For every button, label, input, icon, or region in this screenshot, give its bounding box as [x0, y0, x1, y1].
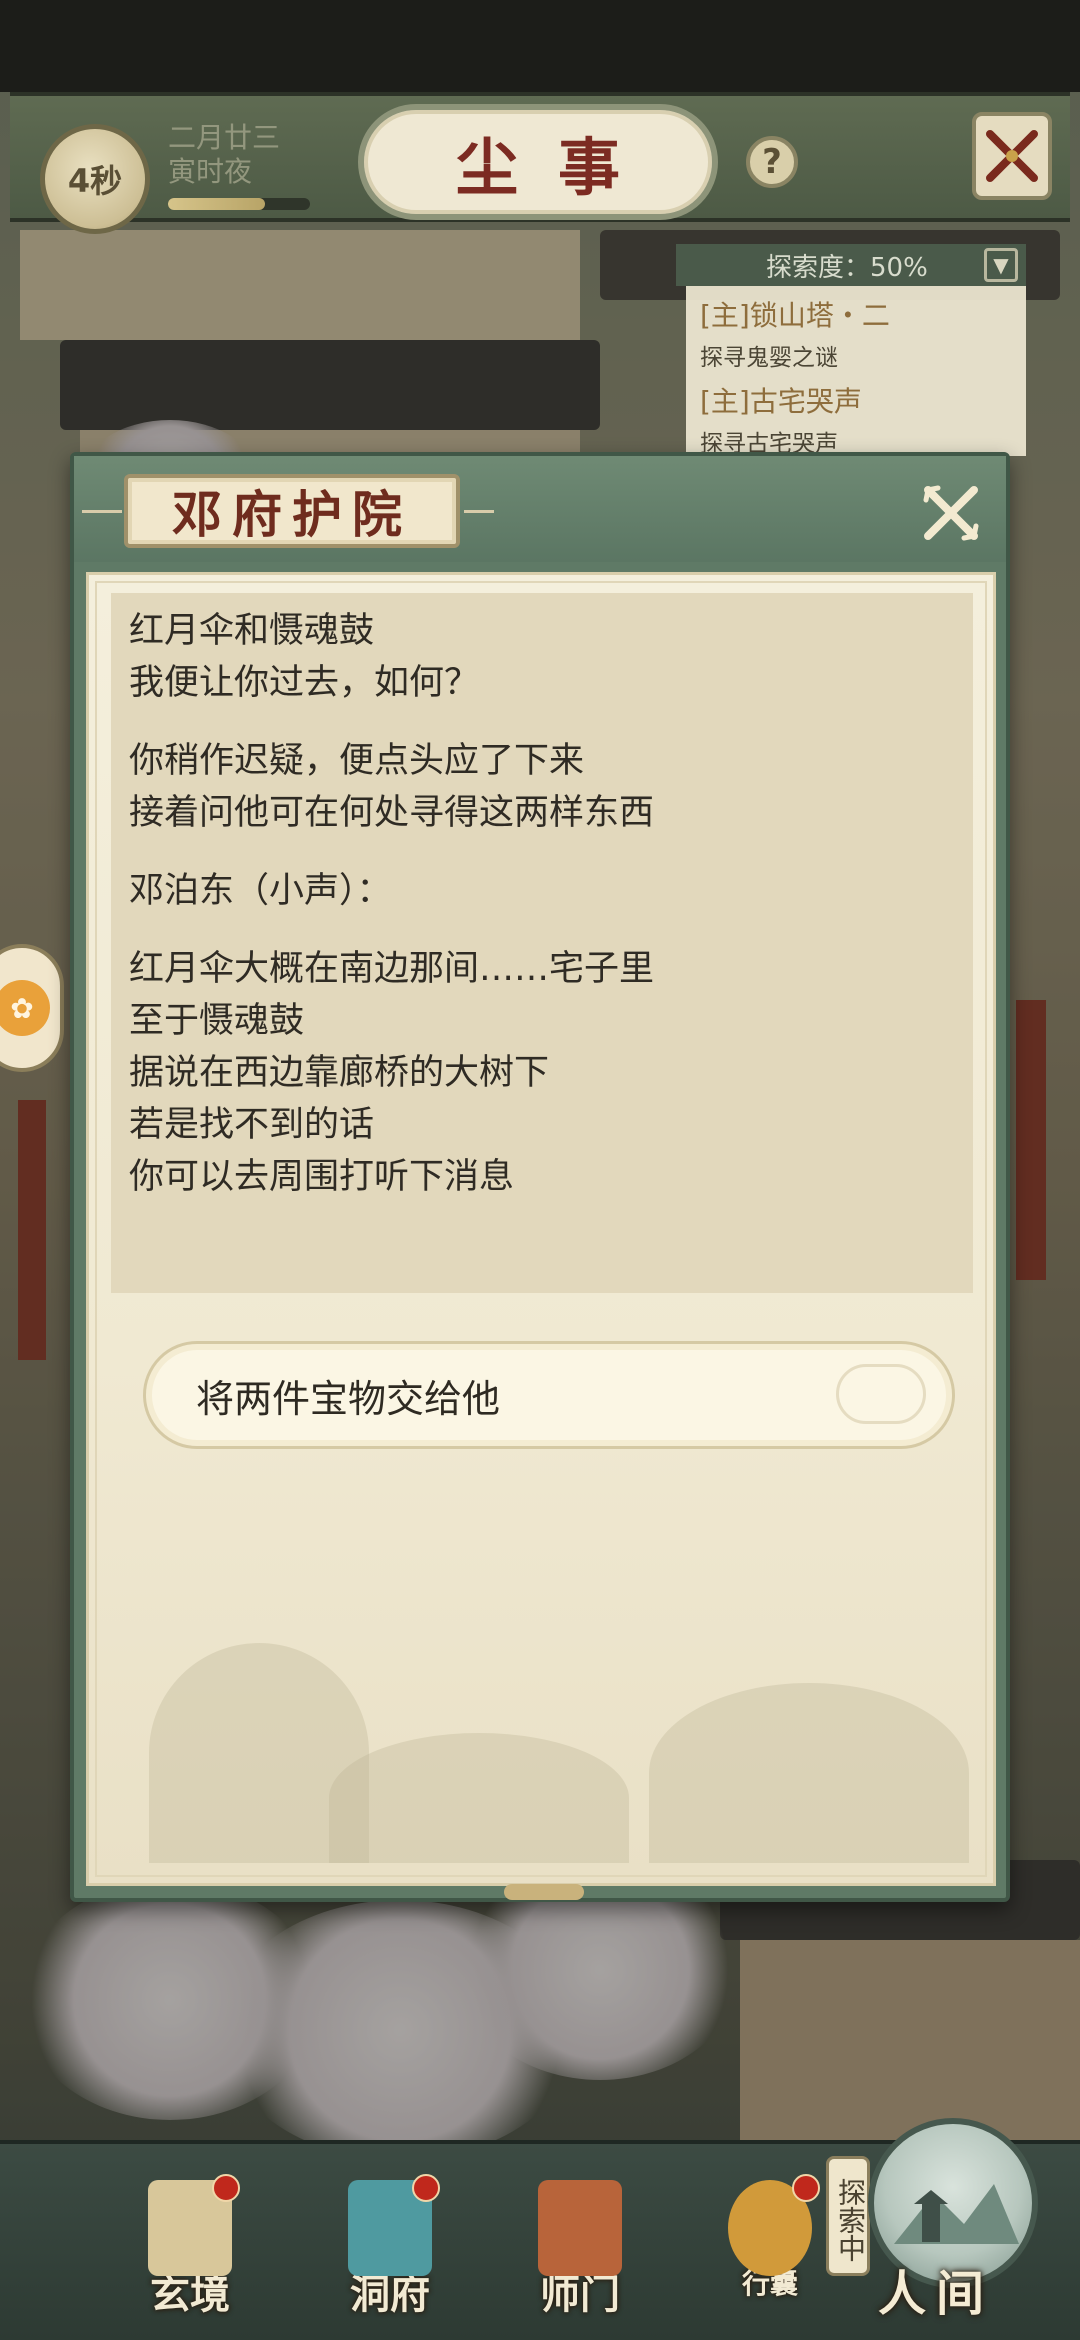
- chevron-down-icon[interactable]: ▼: [984, 248, 1018, 282]
- time-progress-fill: [168, 198, 265, 210]
- bag-icon: [728, 2174, 820, 2276]
- pavilion-icon: [348, 2174, 440, 2276]
- quest-item[interactable]: [主]锁山塔・二 探寻鬼婴之谜: [686, 286, 1026, 372]
- dialog-line: 若是找不到的话: [129, 1105, 375, 1145]
- dialog-paragraph: 邓泊东（小声）：: [129, 865, 973, 917]
- timer-text: 4秒: [67, 162, 123, 200]
- ink-mountain-decoration: [649, 1683, 969, 1863]
- dialog-choice-button[interactable]: 将两件宝物交给他: [143, 1341, 955, 1449]
- dialog-header: 邓府护院: [74, 456, 1006, 562]
- hud-close-button[interactable]: [972, 112, 1052, 200]
- ink-mountain-decoration: [329, 1733, 629, 1863]
- dialog-line: 我便让你过去，如何？: [129, 663, 480, 703]
- status-bar: [0, 0, 1080, 92]
- dialog-line: 据说在西边靠廊桥的大树下: [129, 1053, 550, 1093]
- exploring-tag[interactable]: 探索中: [826, 2156, 870, 2276]
- nav-item-xingnang[interactable]: 行囊: [700, 2174, 840, 2330]
- close-icon: [923, 485, 979, 541]
- quest-list: [主]锁山塔・二 探寻鬼婴之谜 [主]古宅哭声 探寻古宅哭声: [686, 286, 1026, 458]
- divider: [464, 510, 494, 513]
- dialog-paragraph: 你稍作迟疑，便点头应了下来 接着问他可在何处寻得这两样东西: [129, 735, 973, 839]
- notification-badge: [792, 2174, 820, 2202]
- scroll-icon: [148, 2174, 240, 2276]
- cloud-ornament-icon: [836, 1364, 926, 1424]
- divider: [82, 510, 122, 513]
- side-float-button[interactable]: ✿: [0, 944, 64, 1072]
- dialog-line: 红月伞大概在南边那间……宅子里: [129, 949, 655, 989]
- dialog-line: 至于慑魂鼓: [129, 1001, 305, 1041]
- banner-icon: [538, 2180, 622, 2276]
- nav-item-xuanjing[interactable]: 玄境: [120, 2174, 260, 2330]
- help-button[interactable]: ?: [746, 136, 798, 188]
- choice-label: 将两件宝物交给他: [196, 1376, 501, 1421]
- time-progress-bar: [168, 198, 310, 210]
- exploration-progress: 探索度：50%: [766, 252, 928, 283]
- dialog-pendant: [504, 1884, 584, 1900]
- dialog-paragraph: 红月伞和慑魂鼓 我便让你过去，如何？: [129, 605, 973, 709]
- dialog-paragraph: 红月伞大概在南边那间……宅子里 至于慑魂鼓 据说在西边靠廊桥的大树下 若是找不到…: [129, 943, 973, 1203]
- quest-item[interactable]: [主]古宅哭声 探寻古宅哭声: [686, 372, 1026, 458]
- npc-dialog: 邓府护院 红月伞和慑魂鼓 我便让你过去，如何？ 你稍作迟疑，便点头应了下来 接着…: [70, 452, 1010, 1902]
- notification-badge: [212, 2174, 240, 2202]
- dialog-body: 红月伞和慑魂鼓 我便让你过去，如何？ 你稍作迟疑，便点头应了下来 接着问他可在何…: [86, 572, 996, 1886]
- quest-title: [主]锁山塔・二: [700, 299, 890, 332]
- world-label: 人间: [878, 2266, 995, 2322]
- crossed-swords-icon: [986, 130, 1038, 182]
- notification-badge: [412, 2174, 440, 2202]
- scene-title-plaque: 尘事: [358, 104, 718, 220]
- nav-item-dongfu[interactable]: 洞府: [320, 2174, 460, 2330]
- gamepad-icon: ✿: [0, 980, 50, 1036]
- scene-title: 尘事: [455, 131, 660, 204]
- game-period: 寅时夜: [168, 155, 253, 188]
- dialog-close-button[interactable]: [916, 478, 986, 548]
- dialog-line: 接着问他可在何处寻得这两样东西: [129, 793, 655, 833]
- question-icon: ?: [762, 142, 782, 182]
- quest-title: [主]古宅哭声: [700, 385, 862, 418]
- nav-item-shimen[interactable]: 师门: [510, 2180, 650, 2330]
- dialog-title-plaque: 邓府护院: [124, 474, 460, 548]
- quest-desc: 探寻鬼婴之谜: [700, 345, 838, 371]
- dialog-line: 红月伞和慑魂鼓: [129, 611, 375, 651]
- dialog-text-box: 红月伞和慑魂鼓 我便让你过去，如何？ 你稍作迟疑，便点头应了下来 接着问他可在何…: [111, 593, 973, 1293]
- dialog-speaker: 邓泊东（小声）：: [129, 871, 392, 911]
- dialog-line: 你可以去周围打听下消息: [129, 1157, 515, 1197]
- timer-badge: 4秒: [40, 124, 150, 234]
- exploration-header[interactable]: 探索度：50% ▼: [676, 244, 1026, 286]
- dialog-line: 你稍作迟疑，便点头应了下来: [129, 741, 585, 781]
- dialog-title: 邓府护院: [172, 485, 412, 544]
